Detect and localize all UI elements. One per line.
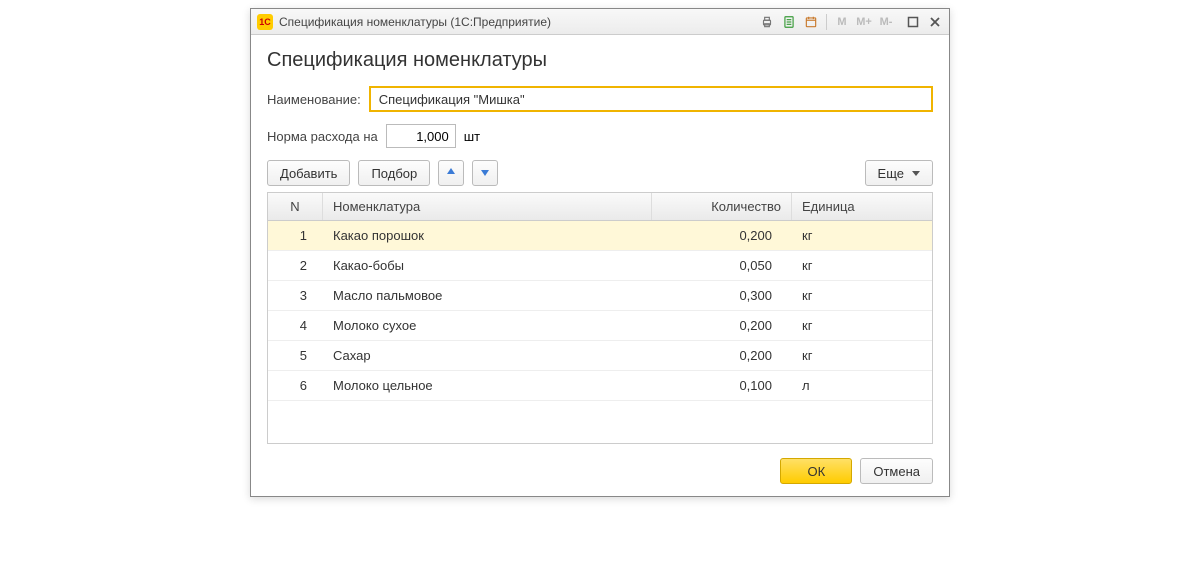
table-row[interactable]: 4Молоко сухое0,200кг xyxy=(268,311,932,341)
maximize-button[interactable] xyxy=(903,13,923,31)
cell-n: 1 xyxy=(268,228,323,243)
cell-n: 4 xyxy=(268,318,323,333)
cell-name: Молоко цельное xyxy=(323,378,652,393)
cell-unit: кг xyxy=(792,228,932,243)
cell-qty: 0,100 xyxy=(652,378,792,393)
cell-unit: л xyxy=(792,378,932,393)
titlebar-tools: M M+ M- xyxy=(758,13,895,31)
cell-qty: 0,200 xyxy=(652,228,792,243)
cell-name: Сахар xyxy=(323,348,652,363)
cell-unit: кг xyxy=(792,318,932,333)
page-title: Спецификация номенклатуры xyxy=(267,49,933,72)
cell-name: Какао-бобы xyxy=(323,258,652,273)
column-header-qty[interactable]: Количество xyxy=(652,193,792,220)
app-logo-icon: 1C xyxy=(257,14,273,30)
table-row[interactable]: 3Масло пальмовое0,300кг xyxy=(268,281,932,311)
table-row[interactable]: 5Сахар0,200кг xyxy=(268,341,932,371)
calendar-icon[interactable] xyxy=(802,13,820,31)
table-toolbar: Добавить Подбор Еще xyxy=(267,160,933,186)
move-down-button[interactable] xyxy=(472,160,498,186)
memory-m-button[interactable]: M xyxy=(833,13,851,31)
cell-name: Масло пальмовое xyxy=(323,288,652,303)
app-window: 1C Спецификация номенклатуры (1С:Предпри… xyxy=(250,8,950,497)
rate-unit-label: шт xyxy=(464,129,480,144)
cell-n: 5 xyxy=(268,348,323,363)
cell-unit: кг xyxy=(792,348,932,363)
dialog-footer: ОК Отмена xyxy=(267,458,933,484)
cell-qty: 0,050 xyxy=(652,258,792,273)
rate-field-row: Норма расхода на шт xyxy=(267,124,933,148)
name-input[interactable] xyxy=(369,86,933,112)
cell-qty: 0,200 xyxy=(652,348,792,363)
name-label: Наименование: xyxy=(267,92,361,107)
table-row[interactable]: 1Какао порошок0,200кг xyxy=(268,221,932,251)
cell-n: 6 xyxy=(268,378,323,393)
cell-name: Какао порошок xyxy=(323,228,652,243)
rate-label: Норма расхода на xyxy=(267,129,378,144)
rate-input[interactable] xyxy=(386,124,456,148)
cell-unit: кг xyxy=(792,258,932,273)
cell-unit: кг xyxy=(792,288,932,303)
table-row[interactable]: 2Какао-бобы0,050кг xyxy=(268,251,932,281)
column-header-n[interactable]: N xyxy=(268,193,323,220)
table-header: N Номенклатура Количество Единица xyxy=(268,193,932,221)
ingredients-table: N Номенклатура Количество Единица 1Какао… xyxy=(267,192,933,444)
calculator-icon[interactable] xyxy=(780,13,798,31)
table-row[interactable]: 6Молоко цельное0,100л xyxy=(268,371,932,401)
cell-n: 3 xyxy=(268,288,323,303)
table-body: 1Какао порошок0,200кг2Какао-бобы0,050кг3… xyxy=(268,221,932,401)
move-up-button[interactable] xyxy=(438,160,464,186)
table-empty-area[interactable] xyxy=(268,401,932,443)
memory-mminus-button[interactable]: M- xyxy=(877,13,895,31)
cancel-button[interactable]: Отмена xyxy=(860,458,933,484)
close-button[interactable] xyxy=(925,13,945,31)
cell-n: 2 xyxy=(268,258,323,273)
cell-name: Молоко сухое xyxy=(323,318,652,333)
window-title: Спецификация номенклатуры (1С:Предприяти… xyxy=(279,15,551,29)
cell-qty: 0,200 xyxy=(652,318,792,333)
cell-qty: 0,300 xyxy=(652,288,792,303)
titlebar: 1C Спецификация номенклатуры (1С:Предпри… xyxy=(251,9,949,35)
pick-button[interactable]: Подбор xyxy=(358,160,430,186)
column-header-name[interactable]: Номенклатура xyxy=(323,193,652,220)
content-area: Спецификация номенклатуры Наименование: … xyxy=(251,35,949,496)
add-button[interactable]: Добавить xyxy=(267,160,350,186)
memory-mplus-button[interactable]: M+ xyxy=(855,13,873,31)
arrow-down-icon xyxy=(479,166,491,181)
more-button[interactable]: Еще xyxy=(865,160,933,186)
name-field-row: Наименование: xyxy=(267,86,933,112)
column-header-unit[interactable]: Единица xyxy=(792,193,932,220)
more-label: Еще xyxy=(878,166,904,181)
print-icon[interactable] xyxy=(758,13,776,31)
arrow-up-icon xyxy=(445,166,457,181)
chevron-down-icon xyxy=(912,171,920,176)
ok-button[interactable]: ОК xyxy=(780,458,852,484)
